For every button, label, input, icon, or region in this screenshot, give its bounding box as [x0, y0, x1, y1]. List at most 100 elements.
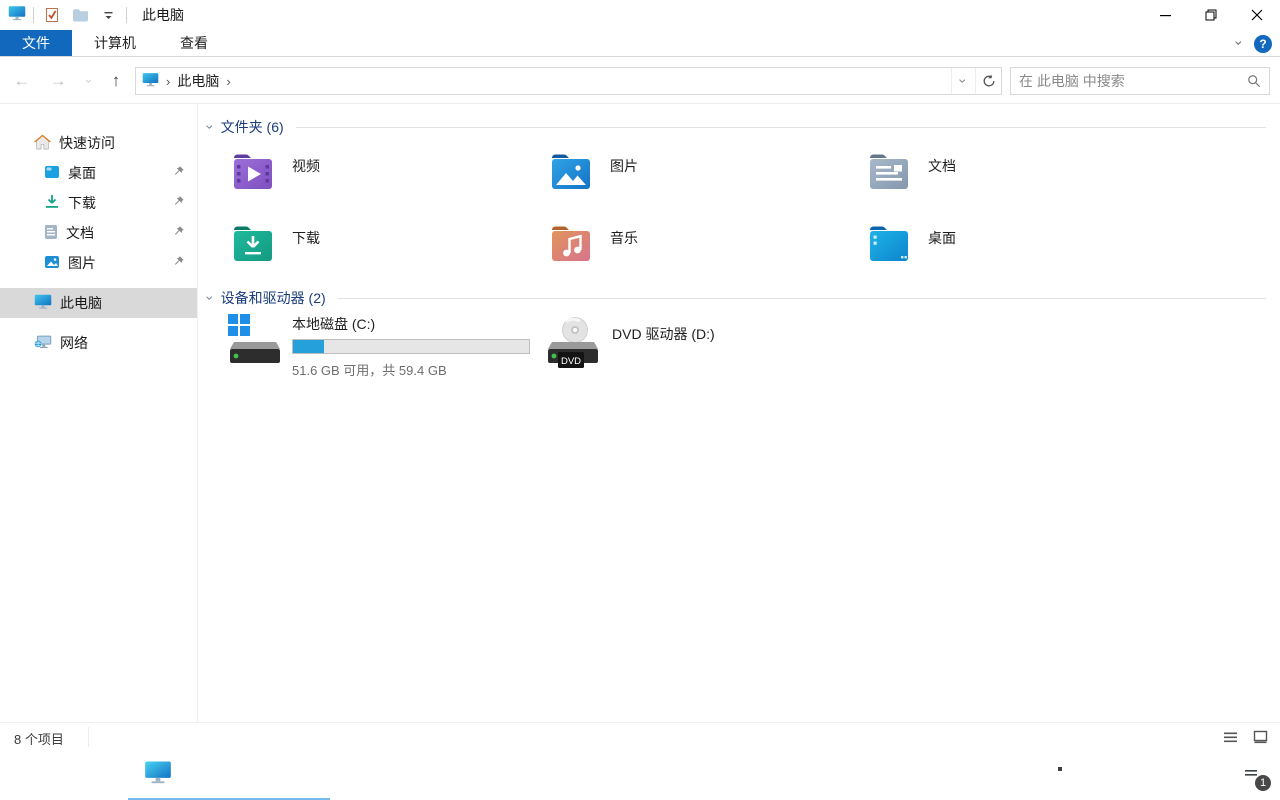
taskbar-item-this-pc[interactable]: 此电脑 [128, 750, 330, 800]
title-bar: 此电脑 [0, 0, 1280, 30]
pin-icon [172, 225, 185, 241]
pictures-folder-icon [546, 148, 596, 196]
download-icon [44, 194, 60, 212]
tab-view[interactable]: 查看 [158, 30, 230, 56]
sidebar-item-pictures[interactable]: 图片 [0, 248, 197, 278]
navigation-bar: ← → › ↑ › 此电脑 › › [0, 58, 1280, 104]
sidebar-item-documents[interactable]: 文档 [0, 218, 197, 248]
window-controls [1142, 0, 1280, 30]
desktop-folder-icon [864, 220, 914, 268]
sidebar-item-desktop[interactable]: 桌面 [0, 158, 197, 188]
explorer-body: 快速访问 桌面 下载 文档 图片 [0, 104, 1280, 722]
folder-tile-downloads[interactable]: 下载 [228, 220, 528, 268]
start-button[interactable] [0, 750, 56, 800]
music-folder-icon [546, 220, 596, 268]
taskbar-search-button[interactable] [56, 750, 116, 800]
folder-tile-videos[interactable]: 视频 [228, 148, 528, 196]
back-button[interactable]: ← [8, 58, 36, 104]
ethernet-icon[interactable] [1051, 750, 1085, 800]
local-disk-icon [226, 312, 282, 366]
taskbar-item-label: 此电脑 [182, 764, 224, 784]
notification-badge: 1 [1254, 774, 1272, 792]
address-bar[interactable]: › 此电脑 › › [135, 67, 1002, 95]
action-center-button[interactable]: 1 [1228, 750, 1280, 800]
taskbar-clock[interactable]: 21:53:59 2025/7/11 [1151, 758, 1228, 792]
collapse-chevron-icon[interactable]: › [208, 119, 213, 135]
new-folder-icon[interactable] [69, 4, 91, 26]
search-input[interactable] [1011, 68, 1239, 94]
folder-tile-pictures[interactable]: 图片 [546, 148, 846, 196]
collapse-chevron-icon[interactable]: › [208, 290, 213, 306]
breadcrumb[interactable]: › 此电脑 › [136, 71, 951, 91]
divider [338, 298, 1266, 299]
sidebar-item-downloads[interactable]: 下载 [0, 188, 197, 218]
videos-folder-icon [228, 148, 278, 196]
dvd-drive-icon: DVD [544, 312, 600, 370]
clock-date: 2025/7/11 [1161, 775, 1218, 792]
drive-name: DVD 驱动器 (D:) [612, 324, 715, 370]
clock-time: 21:53:59 [1161, 758, 1218, 775]
ime-icon[interactable]: Ƀ [1025, 750, 1051, 800]
divider [296, 127, 1266, 128]
sidebar-item-network[interactable]: 网络 [0, 328, 197, 358]
drive-tile-c[interactable]: 本地磁盘 (C:) 51.6 GB 可用，共 59.4 GB [226, 312, 536, 379]
drive-tile-dvd[interactable]: DVD DVD 驱动器 (D:) [544, 312, 854, 370]
desktop-icon [44, 165, 60, 182]
network-icon [34, 334, 52, 353]
sidebar-item-quick-access[interactable]: 快速访问 [0, 128, 197, 158]
search-box[interactable] [1010, 67, 1270, 95]
documents-folder-icon [864, 148, 914, 196]
ribbon-tabs: 文件 计算机 查看 › ? [0, 30, 1280, 57]
pictures-icon [44, 255, 60, 272]
qat-dropdown-icon[interactable] [97, 4, 119, 26]
tab-computer[interactable]: 计算机 [72, 30, 158, 56]
drive-capacity-text: 51.6 GB 可用，共 59.4 GB [292, 360, 530, 379]
group-header-devices[interactable]: › 设备和驱动器 (2) [208, 288, 1270, 308]
up-button[interactable]: ↑ [102, 58, 130, 104]
file-list-pane: › 文件夹 (6) 视频 图片 文档 下载 音乐 桌面 [198, 104, 1280, 722]
refresh-icon[interactable] [975, 68, 1001, 94]
this-pc-icon [142, 72, 159, 90]
close-button[interactable] [1234, 0, 1280, 30]
home-icon [34, 134, 51, 153]
pin-icon [172, 195, 185, 211]
minimize-button[interactable] [1142, 0, 1188, 30]
folder-tile-music[interactable]: 音乐 [546, 220, 846, 268]
quick-access-toolbar [41, 4, 119, 26]
group-header-folders[interactable]: › 文件夹 (6) [208, 117, 1270, 137]
search-icon [75, 764, 97, 786]
chevron-right-icon[interactable]: › [223, 74, 233, 89]
downloads-folder-icon [228, 220, 278, 268]
details-view-icon[interactable] [1218, 726, 1242, 748]
restore-button[interactable] [1188, 0, 1234, 30]
pin-icon [172, 255, 185, 271]
large-icons-view-icon[interactable] [1248, 726, 1272, 748]
window-title: 此电脑 [142, 5, 184, 25]
items-count: 8 个项目 [14, 729, 64, 748]
pin-icon [172, 165, 185, 181]
breadcrumb-this-pc[interactable]: 此电脑 [177, 71, 219, 91]
this-pc-icon [8, 5, 26, 26]
system-tray: Ƀ 英 21:53:59 2025/7/11 1 [996, 750, 1280, 800]
drive-name: 本地磁盘 (C:) [292, 314, 530, 334]
ribbon-collapse-icon[interactable]: › [1237, 36, 1242, 51]
folder-tile-documents[interactable]: 文档 [864, 148, 1164, 196]
usb-eject-icon[interactable] [996, 750, 1025, 800]
sidebar-item-this-pc[interactable]: 此电脑 [0, 288, 197, 318]
disk-usage-bar [292, 339, 530, 354]
tab-file[interactable]: 文件 [0, 30, 72, 56]
document-icon [44, 224, 58, 243]
forward-button[interactable]: → [44, 58, 72, 104]
windows-logo-icon [19, 766, 37, 784]
help-icon[interactable]: ? [1254, 35, 1272, 53]
history-dropdown-icon[interactable]: › [80, 58, 98, 104]
volume-icon[interactable] [1085, 750, 1119, 800]
divider [88, 727, 89, 747]
folder-tile-desktop[interactable]: 桌面 [864, 220, 1164, 268]
search-icon[interactable] [1239, 74, 1269, 88]
address-dropdown-icon[interactable]: › [951, 68, 975, 94]
dvd-badge-label: DVD [561, 356, 581, 367]
chevron-right-icon: › [163, 74, 173, 89]
properties-check-icon[interactable] [41, 4, 63, 26]
language-indicator[interactable]: 英 [1119, 763, 1151, 787]
